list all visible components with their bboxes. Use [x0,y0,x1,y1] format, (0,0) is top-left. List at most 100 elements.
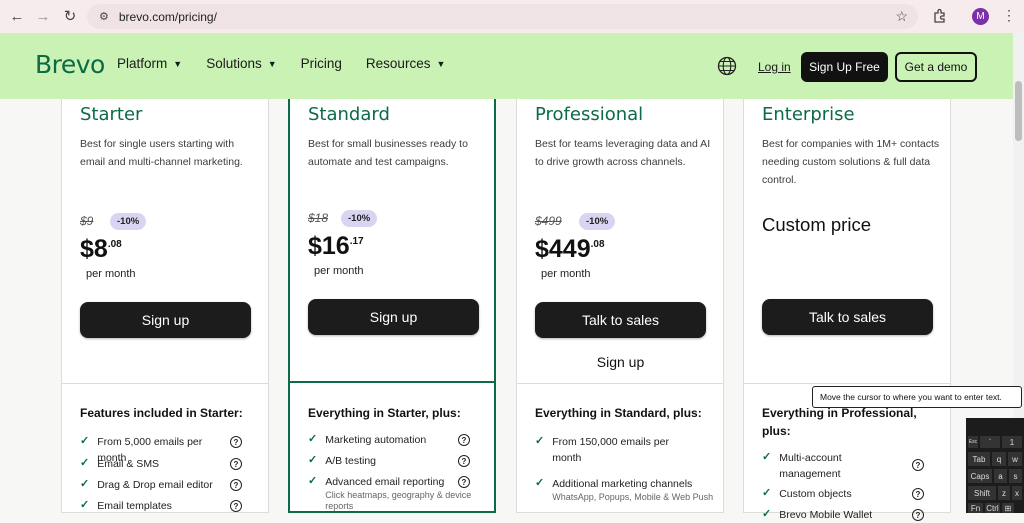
features-title: Everything in Standard, plus: [535,406,702,420]
help-icon[interactable]: ? [458,476,470,488]
feature-item: ✓ Additional marketing channels WhatsApp, … [535,476,715,503]
price-period: per month [86,268,136,280]
menu-item-platform[interactable]: Platform ▼ [117,56,182,71]
help-icon[interactable]: ? [230,500,242,512]
discount-badge: -10% [110,213,147,230]
site-info-icon[interactable]: ⚙ [99,10,109,23]
osk-key[interactable]: q [992,452,1006,466]
feature-item: ✓ Brevo Mobile Wallet? [762,507,942,523]
plan-name: Standard [308,104,390,125]
feature-text: A/B testing [325,455,376,467]
osk-key[interactable]: Ctrl [985,503,1000,513]
osk-key[interactable]: a [994,469,1007,483]
signup-link[interactable]: Sign up [535,354,706,370]
signup-button[interactable]: Sign up [80,302,251,338]
feature-subtext: WhatsApp, Popups, Mobile & Web Push [552,492,714,502]
price-main: $449 [535,235,591,263]
osk-key[interactable]: s [1009,469,1022,483]
osk-key[interactable]: Fn [968,503,983,513]
check-icon: ✓ [308,454,318,466]
help-icon[interactable]: ? [230,436,242,448]
help-icon[interactable]: ? [458,434,470,446]
scroll-thumb[interactable] [1015,81,1022,141]
help-icon[interactable]: ? [912,459,924,471]
talk-to-sales-button[interactable]: Talk to sales [762,299,933,335]
feature-text: Email templates [97,500,172,512]
profile-avatar[interactable]: M [972,8,989,25]
menu-item-pricing[interactable]: Pricing [301,56,342,71]
osk-key[interactable]: Tab [968,452,990,466]
plan-name: Enterprise [762,104,855,125]
divider [62,383,268,384]
feature-text: Marketing automation [325,434,427,446]
price-cents: .08 [107,239,122,250]
address-bar[interactable]: ⚙ brevo.com/pricing/ ☆ [87,4,918,29]
price: $8.08 [80,235,122,264]
osk-tooltip: Move the cursor to where you want to ent… [812,386,1022,408]
back-icon[interactable]: ← [4,3,30,29]
browser-toolbar: ← → ↻ ⚙ brevo.com/pricing/ ☆ M ⋮ [0,0,1024,33]
menu-item-resources[interactable]: Resources ▼ [366,56,445,71]
plan-description: Best for small businesses ready to autom… [308,138,468,168]
plan-card-professional: Professional Best for teams leveraging d… [516,99,724,513]
price: $16.17 [308,232,364,261]
discount-badge: -10% [341,210,378,227]
check-icon: ✓ [308,475,318,487]
help-icon[interactable]: ? [230,458,242,470]
osk-key[interactable]: w [1008,452,1022,466]
osk-key[interactable]: x [1012,486,1022,500]
brevo-logo[interactable]: Brevo [35,50,105,79]
price-main: $16 [308,232,350,260]
plan-card-enterprise: Enterprise Best for companies with 1M+ c… [743,99,951,521]
plan-description: Best for single users starting with emai… [80,138,243,168]
osk-key[interactable]: Shift [968,486,996,500]
features-title: Features included in Starter: [80,406,243,420]
feature-item: ✓ Custom objects? [762,486,942,502]
price-period: per month [541,268,591,280]
windows-key-icon[interactable]: ⊞ [1002,503,1014,513]
menu-label: Platform [117,56,168,71]
bookmark-star-icon[interactable]: ☆ [895,8,908,25]
help-icon[interactable]: ? [458,455,470,467]
help-icon[interactable]: ? [912,509,924,521]
plan-description: Best for companies with 1M+ contacts nee… [762,138,940,186]
osk-key[interactable]: Caps [968,469,992,483]
osk-key[interactable]: z [998,486,1010,500]
old-price: $499 [535,214,562,228]
get-demo-button[interactable]: Get a demo [895,52,977,82]
feature-subtext: Click heatmaps, geography & device repor… [325,490,472,511]
osk-key[interactable]: Esc [968,436,978,448]
help-icon[interactable]: ? [912,488,924,500]
price: $449.08 [535,235,605,264]
help-icon[interactable]: ? [230,479,242,491]
feature-text: Advanced email reporting [325,476,445,488]
menu-item-solutions[interactable]: Solutions ▼ [206,56,276,71]
osk-key[interactable]: ` [980,436,1000,448]
feature-item: ✓ Advanced email reporting Click heatmaps,… [308,474,488,512]
login-link[interactable]: Log in [758,60,791,74]
features-title: Everything in Starter, plus: [308,406,461,420]
extensions-icon[interactable] [932,8,948,24]
feature-text: Custom objects [779,488,852,500]
globe-icon[interactable] [717,56,737,76]
signup-free-button[interactable]: Sign Up Free [801,52,888,82]
menu-label: Pricing [300,56,342,71]
signup-button[interactable]: Sign up [308,299,479,335]
price-cents: .17 [349,236,364,247]
feature-item: ✓ A/B testing? [308,453,488,469]
osk-key[interactable]: 1 [1002,436,1022,448]
divider [517,383,723,384]
divider [290,381,494,383]
menu-label: Resources [365,56,431,71]
url-text: brevo.com/pricing/ [118,9,217,24]
old-price: $9 [80,214,94,228]
price-period: per month [314,265,364,277]
forward-icon[interactable]: → [30,3,56,29]
check-icon: ✓ [762,487,772,499]
browser-menu-icon[interactable]: ⋮ [1002,7,1016,24]
menu-label: Solutions [206,56,262,71]
talk-to-sales-button[interactable]: Talk to sales [535,302,706,338]
check-icon: ✓ [80,457,90,469]
reload-icon[interactable]: ↻ [57,3,83,29]
check-icon: ✓ [308,433,318,445]
